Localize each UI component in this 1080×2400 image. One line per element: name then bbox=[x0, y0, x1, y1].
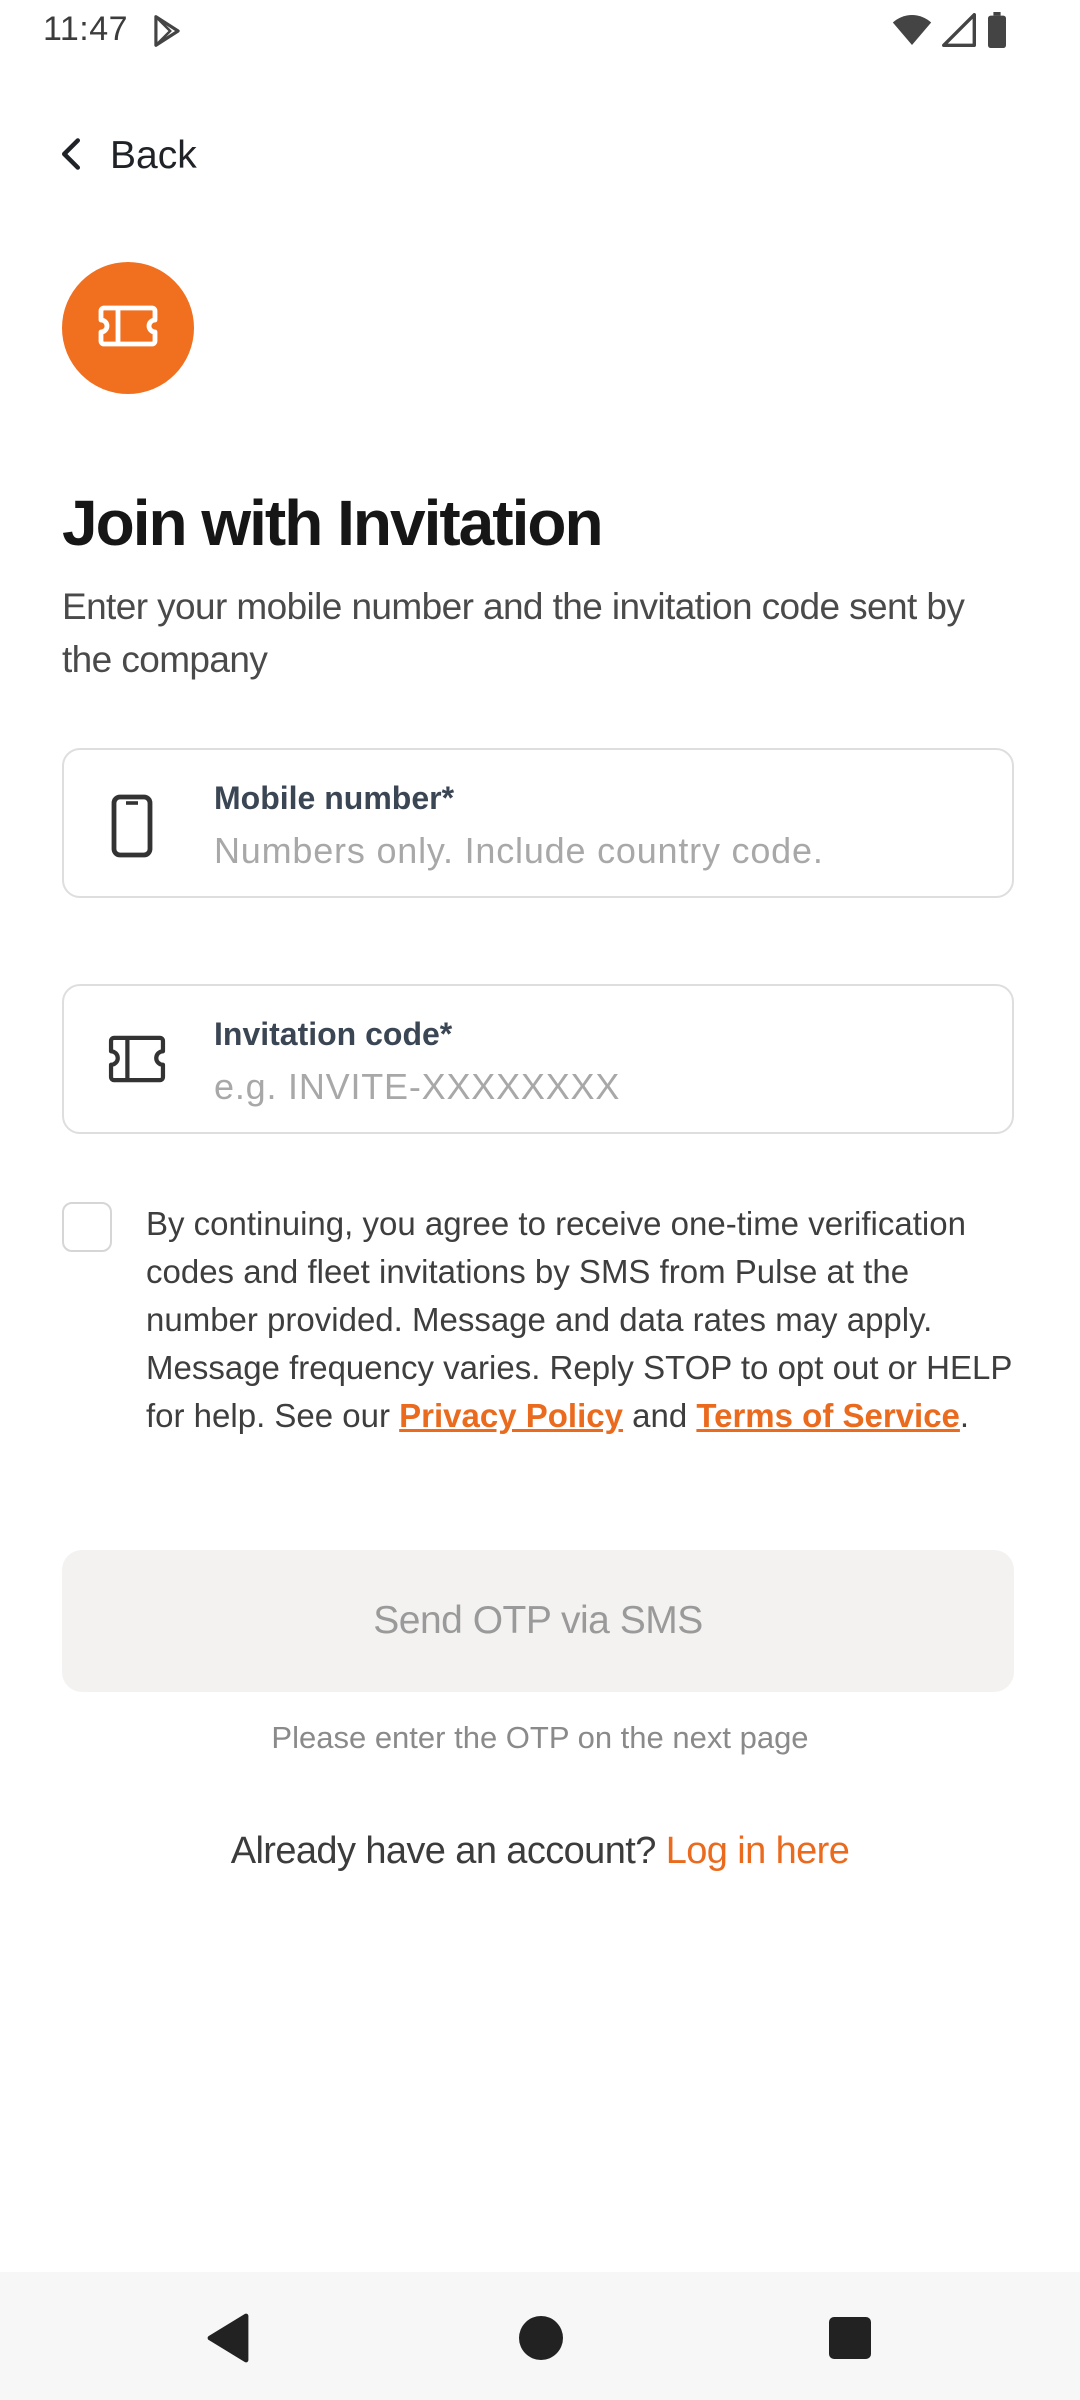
consent-text-and: and bbox=[622, 1397, 697, 1434]
nav-recents-icon[interactable] bbox=[828, 2312, 872, 2365]
nav-back-icon[interactable] bbox=[204, 2312, 250, 2369]
chevron-left-icon bbox=[58, 137, 84, 176]
invitation-code-label: Invitation code* bbox=[214, 1016, 453, 1052]
wifi-icon bbox=[892, 13, 932, 52]
consent-text-end: . bbox=[959, 1397, 970, 1434]
mobile-number-label: Mobile number* bbox=[214, 780, 455, 816]
back-label: Back bbox=[110, 134, 197, 177]
login-prompt: Already have an account? Log in here bbox=[0, 1830, 1080, 1873]
status-time: 11:47 bbox=[43, 10, 129, 48]
login-prompt-text: Already have an account? bbox=[230, 1830, 666, 1872]
ticket-icon bbox=[108, 1034, 166, 1089]
page-subtitle: Enter your mobile number and the invitat… bbox=[62, 586, 965, 680]
privacy-policy-link[interactable]: Privacy Policy bbox=[399, 1397, 623, 1434]
battery-icon bbox=[986, 12, 1008, 53]
system-nav-bar bbox=[0, 2272, 1080, 2400]
phone-icon bbox=[110, 794, 154, 863]
invitation-code-field[interactable]: Invitation code* bbox=[62, 984, 1014, 1134]
status-icons bbox=[892, 12, 1008, 53]
mobile-number-field[interactable]: Mobile number* bbox=[62, 748, 1014, 898]
consent-checkbox[interactable] bbox=[62, 1202, 112, 1252]
invitation-code-input[interactable] bbox=[214, 1066, 974, 1108]
status-bar: 11:47 bbox=[0, 0, 1080, 62]
nav-home-icon[interactable] bbox=[518, 2312, 564, 2366]
play-store-icon bbox=[148, 12, 186, 55]
invitation-badge bbox=[62, 262, 194, 394]
back-button[interactable]: Back bbox=[58, 126, 197, 186]
login-link[interactable]: Log in here bbox=[666, 1830, 850, 1872]
cell-signal-icon bbox=[942, 13, 976, 52]
otp-hint: Please enter the OTP on the next page bbox=[271, 1720, 809, 1755]
consent-text: By continuing, you agree to receive one-… bbox=[146, 1200, 1026, 1440]
terms-of-service-link[interactable]: Terms of Service bbox=[696, 1397, 960, 1434]
mobile-number-input[interactable] bbox=[214, 830, 974, 872]
ticket-icon bbox=[98, 303, 158, 354]
send-otp-button[interactable]: Send OTP via SMS bbox=[62, 1550, 1014, 1692]
page-title: Join with Invitation bbox=[62, 487, 604, 559]
